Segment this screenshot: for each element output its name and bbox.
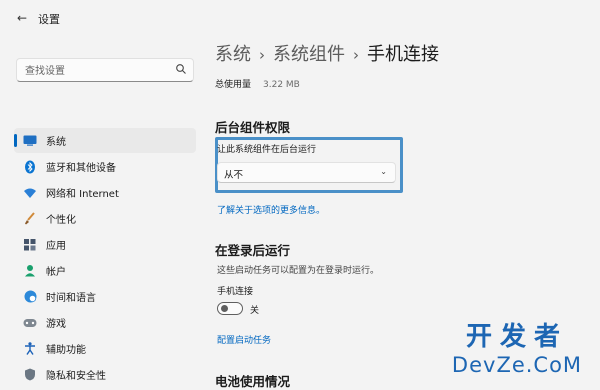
run-at-login-title: 在登录后运行 [215,243,291,258]
sidebar-item-label: 帐户 [46,267,66,278]
search-icon [176,64,186,74]
paintbrush-icon [23,212,37,226]
search-input[interactable] [23,62,177,80]
person-icon [23,264,37,278]
sidebar-item-accessibility[interactable]: 辅助功能 [14,336,196,361]
toggle-state-label: 关 [250,306,260,316]
back-button[interactable]: ← [14,10,30,26]
sidebar-item-label: 隐私和安全性 [46,371,106,382]
sidebar-item-label: 时间和语言 [46,293,96,304]
sidebar-item-label: 系统 [46,137,66,148]
globe-clock-icon [23,290,37,304]
sidebar-item-label: 游戏 [46,319,66,330]
bluetooth-icon [23,160,37,174]
sidebar-item-label: 应用 [46,241,66,252]
background-run-dropdown[interactable]: 从不 ⌄ [217,162,396,183]
sidebar-nav: 系统 蓝牙和其他设备 网络和 Internet 个性化 应用 帐户 时间和语言 … [14,128,196,388]
sidebar-item-network[interactable]: 网络和 Internet [14,180,196,205]
main-content: 系统 › 系统组件 › 手机连接 总使用量 3.22 MB 后台组件权限 让此系统组件在后… [215,0,600,389]
configure-startup-link[interactable]: 配置启动任务 [217,333,271,346]
apps-icon [23,238,37,252]
gamepad-icon [23,316,37,330]
search-box[interactable] [16,58,194,82]
wifi-icon [23,186,37,200]
battery-usage-title: 电池使用情况 [215,374,291,389]
breadcrumb-system[interactable]: 系统 [215,44,251,65]
back-arrow-icon: ← [16,11,28,25]
sidebar-item-label: 网络和 Internet [46,189,119,200]
background-run-label: 让此系统组件在后台运行 [217,145,317,155]
background-permissions-title: 后台组件权限 [215,120,291,135]
breadcrumb: 系统 › 系统组件 › 手机连接 [215,40,439,66]
sidebar-item-label: 辅助功能 [46,345,86,356]
usage-value: 3.22 MB [263,80,300,90]
run-at-login-description: 这些启动任务可以配置为在登录时运行。 [217,266,380,276]
accessibility-icon [23,342,37,356]
breadcrumb-system-components[interactable]: 系统组件 [273,44,345,65]
sidebar-item-label: 蓝牙和其他设备 [46,163,116,174]
sidebar-item-apps[interactable]: 应用 [14,232,196,257]
sidebar-item-time-language[interactable]: 时间和语言 [14,284,196,309]
toggle-knob [221,305,228,312]
sidebar-item-personalization[interactable]: 个性化 [14,206,196,231]
sidebar-item-system[interactable]: 系统 [14,128,196,153]
monitor-icon [23,134,37,148]
shield-icon [23,368,37,382]
usage-label: 总使用量 [215,80,252,90]
sidebar-item-label: 个性化 [46,215,76,226]
chevron-down-icon: ⌄ [380,167,387,176]
startup-toggle[interactable] [217,302,243,315]
breadcrumb-separator: › [353,46,359,64]
startup-task-name: 手机连接 [217,287,254,297]
learn-more-link[interactable]: 了解关于选项的更多信息。 [217,203,325,216]
sidebar-item-privacy[interactable]: 隐私和安全性 [14,362,196,387]
sidebar-item-accounts[interactable]: 帐户 [14,258,196,283]
total-usage: 总使用量 3.22 MB [215,77,300,90]
breadcrumb-separator: › [259,46,265,64]
dropdown-value: 从不 [224,170,244,181]
sidebar-item-gaming[interactable]: 游戏 [14,310,196,335]
app-title: 设置 [38,13,60,26]
sidebar-item-bluetooth[interactable]: 蓝牙和其他设备 [14,154,196,179]
page-title: 手机连接 [367,44,439,65]
active-indicator [14,134,17,147]
